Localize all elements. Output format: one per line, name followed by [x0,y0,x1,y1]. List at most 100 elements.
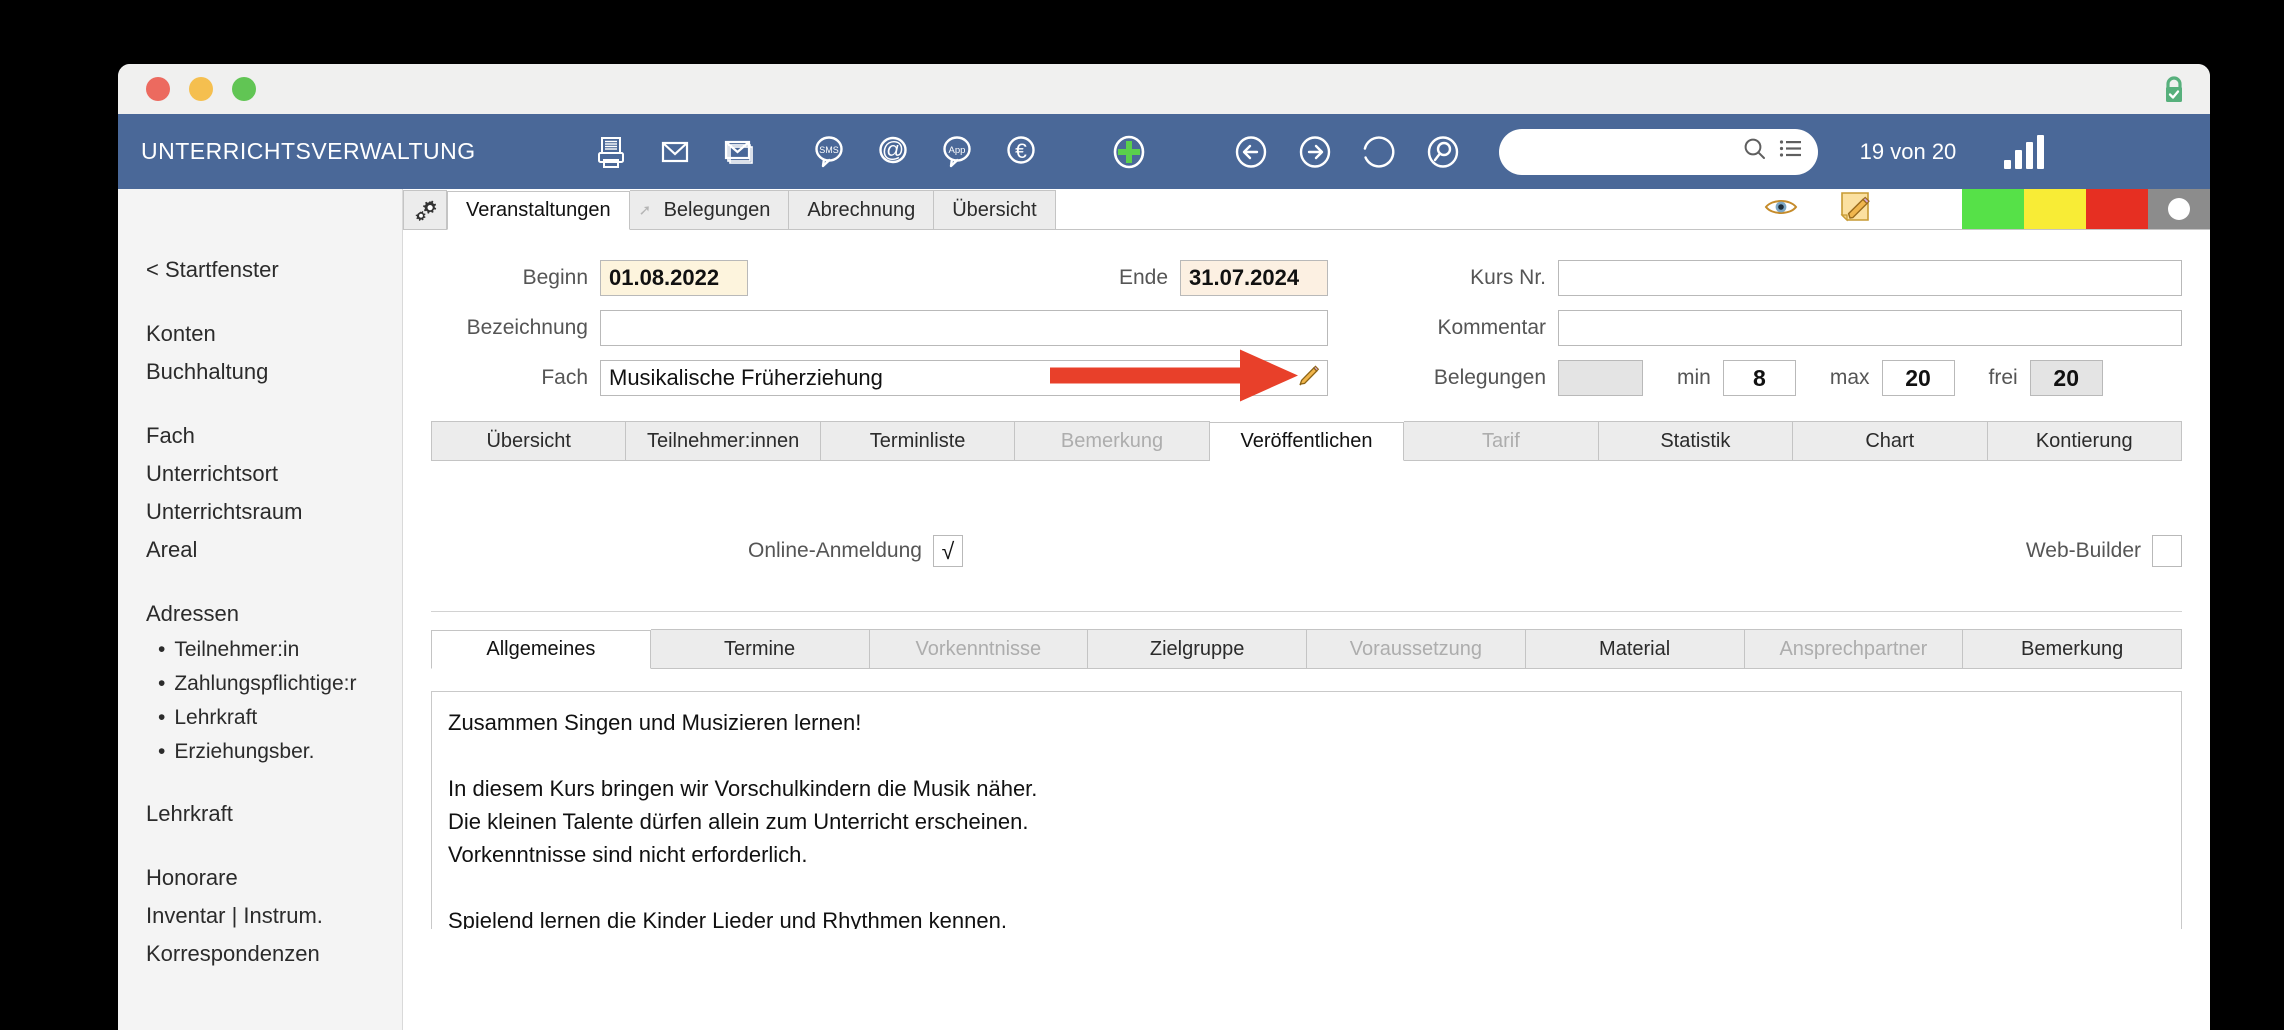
bar-chart-icon[interactable] [2004,134,2045,169]
envelope-icon[interactable] [643,114,707,189]
ende-field[interactable]: 31.07.2024 [1180,260,1328,296]
tab-zielgruppe[interactable]: Zielgruppe [1088,629,1307,668]
arrow-back-icon[interactable] [1219,114,1283,189]
tab-terminliste[interactable]: Terminliste [820,421,1016,460]
status-knob [2168,198,2190,220]
status-yellow-swatch[interactable] [2024,189,2086,229]
svg-text:App: App [948,145,965,156]
sidebar-item-buchhaltung[interactable]: Buchhaltung [118,353,402,391]
sidebar-item-areal[interactable]: Areal [118,531,402,569]
sidebar-item-korrespondenzen[interactable]: Korrespondenzen [118,935,402,973]
publish-panel: Online-Anmeldung √ Web-Builder [403,461,2210,611]
sidebar-item-konten[interactable]: Konten [118,315,402,353]
tab-belegungen[interactable]: ➚ Belegungen [629,190,790,229]
traffic-light-group [146,77,256,101]
description-line: Die kleinen Talente dürfen allein zum Un… [448,809,1029,834]
add-plus-icon[interactable] [1097,114,1161,189]
pin-icon: ➚ [638,202,652,219]
form-column-left: Beginn 01.08.2022 Ende 31.07.2024 Bezeic… [403,256,1328,406]
sidebar-item-honorare[interactable]: Honorare [118,859,402,897]
status-gray-swatch[interactable] [2148,189,2210,229]
sidebar-item-erziehungsber[interactable]: Erziehungsber. [118,735,402,769]
app-window: UNTERRICHTSVERWALTUNG SMS @ App € 19 von… [118,64,2210,1030]
list-view-icon[interactable] [1778,136,1804,167]
online-anmeldung-checkbox[interactable]: √ [932,535,963,567]
printer-icon[interactable] [579,114,643,189]
course-header-form: Beginn 01.08.2022 Ende 31.07.2024 Bezeic… [403,230,2210,420]
form-row-bezeichnung: Bezeichnung [430,306,1328,350]
eye-icon[interactable] [1764,196,1798,223]
envelopes-icon[interactable] [707,114,771,189]
sidebar-item-lehrkraft[interactable]: Lehrkraft [118,795,402,833]
description-blank-line [448,871,2165,904]
sidebar-item-zahlungspflichtige[interactable]: Zahlungspflichtige:r [118,667,402,701]
tab-teilnehmerinnen[interactable]: Teilnehmer:innen [626,421,821,460]
status-bar [1764,189,2210,229]
refresh-icon[interactable] [1347,114,1411,189]
search-circle-icon[interactable] [1411,114,1475,189]
description-blank-line [448,739,2165,772]
sidebar-group-adressen[interactable]: Adressen [118,595,402,633]
search-field[interactable] [1498,128,1818,175]
sms-bubble-icon[interactable]: SMS [797,114,861,189]
bezeichnung-label: Bezeichnung [466,316,588,339]
description-line: Zusammen Singen und Musizieren lernen! [448,710,862,735]
tab-termine[interactable]: Termine [650,629,870,668]
status-green-swatch[interactable] [1962,189,2024,229]
euro-circle-icon[interactable]: € [989,114,1053,189]
window-body: < Startfenster Konten Buchhaltung Fach U… [118,189,2210,1030]
tab-statistik[interactable]: Statistik [1598,421,1794,460]
tab-abrechnung[interactable]: Abrechnung [789,190,935,229]
tab-kontierung[interactable]: Kontierung [1987,421,2182,460]
arrow-forward-icon[interactable] [1283,114,1347,189]
search-icon[interactable] [1742,136,1768,167]
web-builder-checkbox[interactable] [2152,535,2182,567]
kommentar-field[interactable] [1558,310,2182,346]
form-row-dates: Beginn 01.08.2022 Ende 31.07.2024 [430,256,1328,300]
tab-voraussetzung: Voraussetzung [1307,629,1526,668]
fach-field[interactable]: Musikalische Früherziehung [600,360,1328,396]
sidebar-back-startfenster[interactable]: < Startfenster [118,251,402,289]
at-bubble-icon[interactable]: @ [861,114,925,189]
web-builder-group: Web-Builder [2026,535,2182,567]
tab-uebersicht[interactable]: Übersicht [431,421,627,460]
online-anmeldung-label: Online-Anmeldung [748,539,922,562]
close-button[interactable] [146,77,170,101]
sidebar-item-fach[interactable]: Fach [118,417,402,455]
beginn-field[interactable]: 01.08.2022 [600,260,748,296]
svg-text:@: @ [881,137,903,162]
tab-chart[interactable]: Chart [1793,421,1988,460]
sidebar: < Startfenster Konten Buchhaltung Fach U… [118,189,403,1030]
tab-bemerkung-bottom[interactable]: Bemerkung [1963,629,2182,668]
note-pencil-icon[interactable] [1838,190,1872,229]
sidebar-item-unterrichtsraum[interactable]: Unterrichtsraum [118,493,402,531]
fach-edit-pencil-icon[interactable] [1296,363,1322,394]
status-red-swatch[interactable] [2086,189,2148,229]
screen-root: UNTERRICHTSVERWALTUNG SMS @ App € 19 von… [0,0,2284,1030]
min-field[interactable]: 8 [1722,360,1796,396]
sidebar-item-unterrichtsort[interactable]: Unterrichtsort [118,455,402,493]
bezeichnung-field[interactable] [600,310,1328,346]
max-field[interactable]: 20 [1881,360,1955,396]
description-line: Vorkenntnisse sind nicht erforderlich. [448,842,808,867]
description-textarea[interactable]: Zusammen Singen und Musizieren lernen! I… [431,691,2182,929]
tab-label: Abrechnung [807,198,916,221]
tab-ansprechpartner: Ansprechpartner [1744,629,1964,668]
app-bubble-icon[interactable]: App [925,114,989,189]
tab-label: Belegungen [663,198,771,221]
tab-veranstaltungen[interactable]: Veranstaltungen [447,191,630,230]
gear-icon[interactable] [403,190,447,229]
main-content: Veranstaltungen ➚ Belegungen Abrechnung … [403,189,2210,1030]
tab-veroeffentlichen[interactable]: Veröffentlichen [1209,422,1405,461]
minimize-button[interactable] [189,77,213,101]
sidebar-item-lehrkraft-adresse[interactable]: Lehrkraft [118,701,402,735]
maximize-button[interactable] [232,77,256,101]
lock-check-icon [2160,75,2188,105]
tab-material[interactable]: Material [1525,629,1745,668]
tab-allgemeines[interactable]: Allgemeines [431,630,651,669]
sidebar-item-teilnehmerin[interactable]: Teilnehmer:in [118,633,402,667]
description-line: In diesem Kurs bringen wir Vorschulkinde… [448,776,1038,801]
sidebar-item-inventar[interactable]: Inventar | Instrum. [118,897,402,935]
tab-uebersicht-top[interactable]: Übersicht [934,190,1056,229]
kursnr-field[interactable] [1558,260,2182,296]
